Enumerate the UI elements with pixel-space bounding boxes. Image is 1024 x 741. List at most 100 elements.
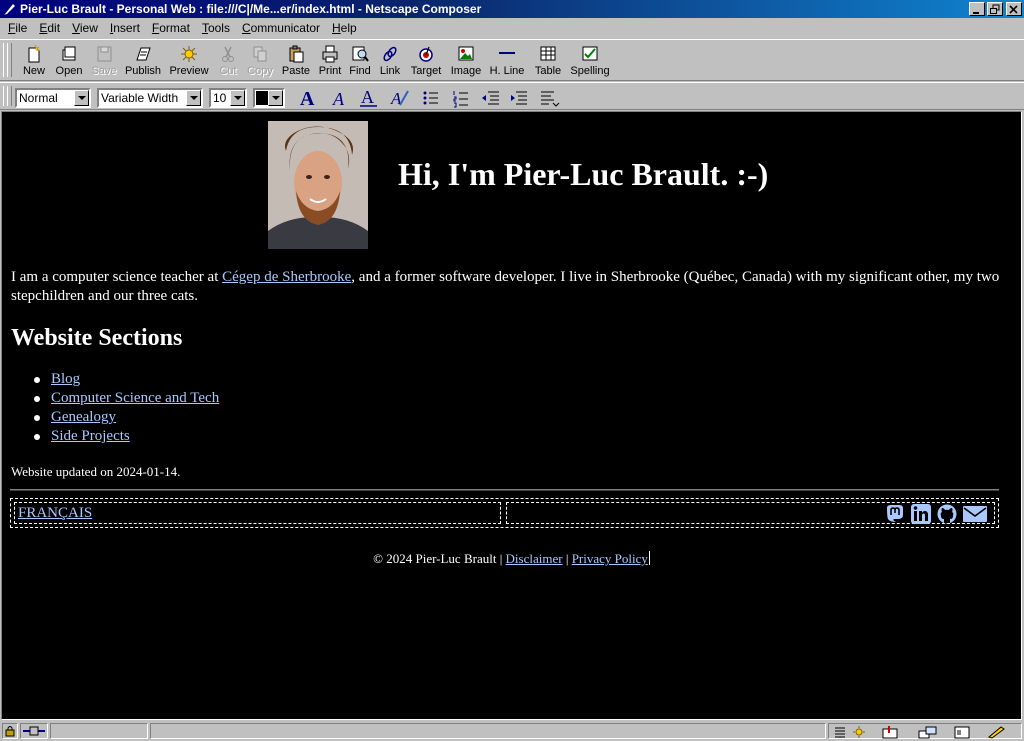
progress-panel [50, 723, 148, 739]
preview-button[interactable]: Preview [166, 42, 212, 80]
address-book-icon[interactable] [953, 725, 971, 739]
menu-file[interactable]: File [2, 18, 33, 38]
email-icon[interactable] [962, 504, 988, 524]
copy-button[interactable]: Copy [244, 42, 276, 80]
font-size-select[interactable]: 10 [209, 88, 247, 108]
print-icon [322, 45, 338, 63]
decrease-indent-icon[interactable] [480, 87, 502, 109]
svg-text:A: A [390, 89, 402, 108]
linkedin-icon[interactable] [910, 504, 932, 524]
menu-view[interactable]: View [66, 18, 104, 38]
publish-icon [136, 47, 151, 61]
menu-help[interactable]: Help [326, 18, 363, 38]
link-icon [383, 46, 397, 62]
alignment-icon[interactable] [538, 87, 560, 109]
toolbar-grip[interactable] [7, 86, 12, 106]
navigator-icon[interactable] [833, 725, 847, 739]
print-button[interactable]: Print [316, 42, 344, 80]
francais-link[interactable]: FRANÇAIS [18, 505, 92, 522]
find-icon [352, 46, 369, 62]
composition-toolbar: New Open Save Publish Preview Cut Copy P… [0, 39, 1024, 81]
svg-text:A: A [361, 87, 374, 107]
open-button[interactable]: Open [52, 42, 86, 80]
underline-icon[interactable]: A [358, 87, 380, 109]
italic-icon[interactable]: A [330, 87, 352, 109]
list-item: Side Projects [33, 427, 219, 446]
minimize-button[interactable] [969, 2, 985, 16]
increase-indent-icon[interactable] [508, 87, 530, 109]
font-select[interactable]: Variable Width [97, 88, 203, 108]
hline-button[interactable]: H. Line [486, 42, 528, 80]
close-button[interactable] [1006, 2, 1022, 16]
cut-button[interactable]: Cut [214, 42, 242, 80]
save-disk-icon [97, 46, 112, 62]
paste-button[interactable]: Paste [278, 42, 314, 80]
copy-icon [253, 46, 267, 62]
privacy-policy-link[interactable]: Privacy Policy [572, 551, 648, 566]
status-message-panel [150, 723, 826, 739]
font-size-increase-icon[interactable]: A [298, 87, 320, 109]
disclaimer-link[interactable]: Disclaimer [506, 551, 563, 566]
footer-table[interactable]: FRANÇAIS [10, 498, 999, 528]
discussion-icon[interactable] [917, 725, 939, 739]
menu-insert[interactable]: Insert [104, 18, 146, 38]
table-button[interactable]: Table [530, 42, 566, 80]
formatting-toolbar: Normal Variable Width 10 A A A A [0, 82, 1024, 110]
preview-icon [181, 46, 197, 62]
portrait-image [268, 121, 368, 249]
section-link-side-projects[interactable]: Side Projects [51, 428, 130, 444]
clear-styles-icon[interactable]: A [388, 87, 410, 109]
target-button[interactable]: Target [406, 42, 446, 80]
footer-cell-language[interactable]: FRANÇAIS [14, 502, 501, 524]
link-button[interactable]: Link [376, 42, 404, 80]
dropdown-arrow-icon[interactable] [74, 90, 89, 106]
cut-icon [222, 46, 234, 62]
paste-icon [289, 45, 304, 63]
toolbar-grip[interactable] [7, 43, 12, 77]
text-color-select[interactable] [253, 88, 285, 108]
github-icon[interactable] [936, 504, 958, 524]
list-item: Blog [33, 370, 219, 389]
composer-pen-icon[interactable] [985, 725, 1007, 739]
open-folder-icon [62, 46, 76, 61]
menu-format[interactable]: Format [146, 18, 196, 38]
save-button[interactable]: Save [88, 42, 120, 80]
svg-text:A: A [332, 89, 345, 109]
last-updated-text[interactable]: Website updated on 2024-01-14. [11, 464, 180, 480]
page-headline[interactable]: Hi, I'm Pier-Luc Brault. :-) [398, 156, 768, 193]
menu-communicator[interactable]: Communicator [236, 18, 326, 38]
paragraph-style-select[interactable]: Normal [15, 88, 91, 108]
composer-icon[interactable] [851, 725, 867, 739]
image-button[interactable]: Image [448, 42, 484, 80]
section-link-blog[interactable]: Blog [51, 371, 80, 387]
dropdown-arrow-icon[interactable] [230, 90, 245, 106]
connection-status-icon[interactable] [20, 723, 48, 739]
section-link-genealogy[interactable]: Genealogy [51, 409, 116, 425]
cegep-link[interactable]: Cégep de Sherbrooke [222, 269, 351, 285]
spelling-button[interactable]: Spelling [568, 42, 612, 80]
dropdown-arrow-icon[interactable] [186, 90, 201, 106]
horizontal-rule[interactable] [10, 489, 999, 491]
find-button[interactable]: Find [346, 42, 374, 80]
bullet-list-icon[interactable] [420, 87, 442, 109]
svg-text:A: A [300, 88, 315, 109]
restore-button[interactable] [987, 2, 1003, 16]
mail-icon[interactable] [881, 725, 901, 739]
intro-paragraph[interactable]: I am a computer science teacher at Cégep… [11, 268, 1001, 306]
target-icon [419, 46, 433, 62]
profile-photo[interactable] [268, 121, 368, 249]
menu-tools[interactable]: Tools [196, 18, 236, 38]
menu-edit[interactable]: Edit [33, 18, 66, 38]
editor-content-area[interactable]: Hi, I'm Pier-Luc Brault. :-) I am a comp… [1, 111, 1022, 720]
dropdown-arrow-icon[interactable] [268, 90, 283, 106]
window-titlebar[interactable]: Pier-Luc Brault - Personal Web : file://… [0, 0, 1024, 18]
mastodon-icon[interactable] [884, 504, 906, 524]
security-lock-icon[interactable] [2, 723, 18, 739]
footer-cell-social[interactable] [506, 502, 995, 524]
section-link-computer-science[interactable]: Computer Science and Tech [51, 390, 219, 406]
publish-button[interactable]: Publish [122, 42, 164, 80]
new-button[interactable]: New [18, 42, 50, 80]
numbered-list-icon[interactable] [450, 87, 472, 109]
sections-heading[interactable]: Website Sections [11, 325, 182, 352]
copyright-line[interactable]: © 2024 Pier-Luc Brault | Disclaimer | Pr… [2, 551, 1021, 567]
